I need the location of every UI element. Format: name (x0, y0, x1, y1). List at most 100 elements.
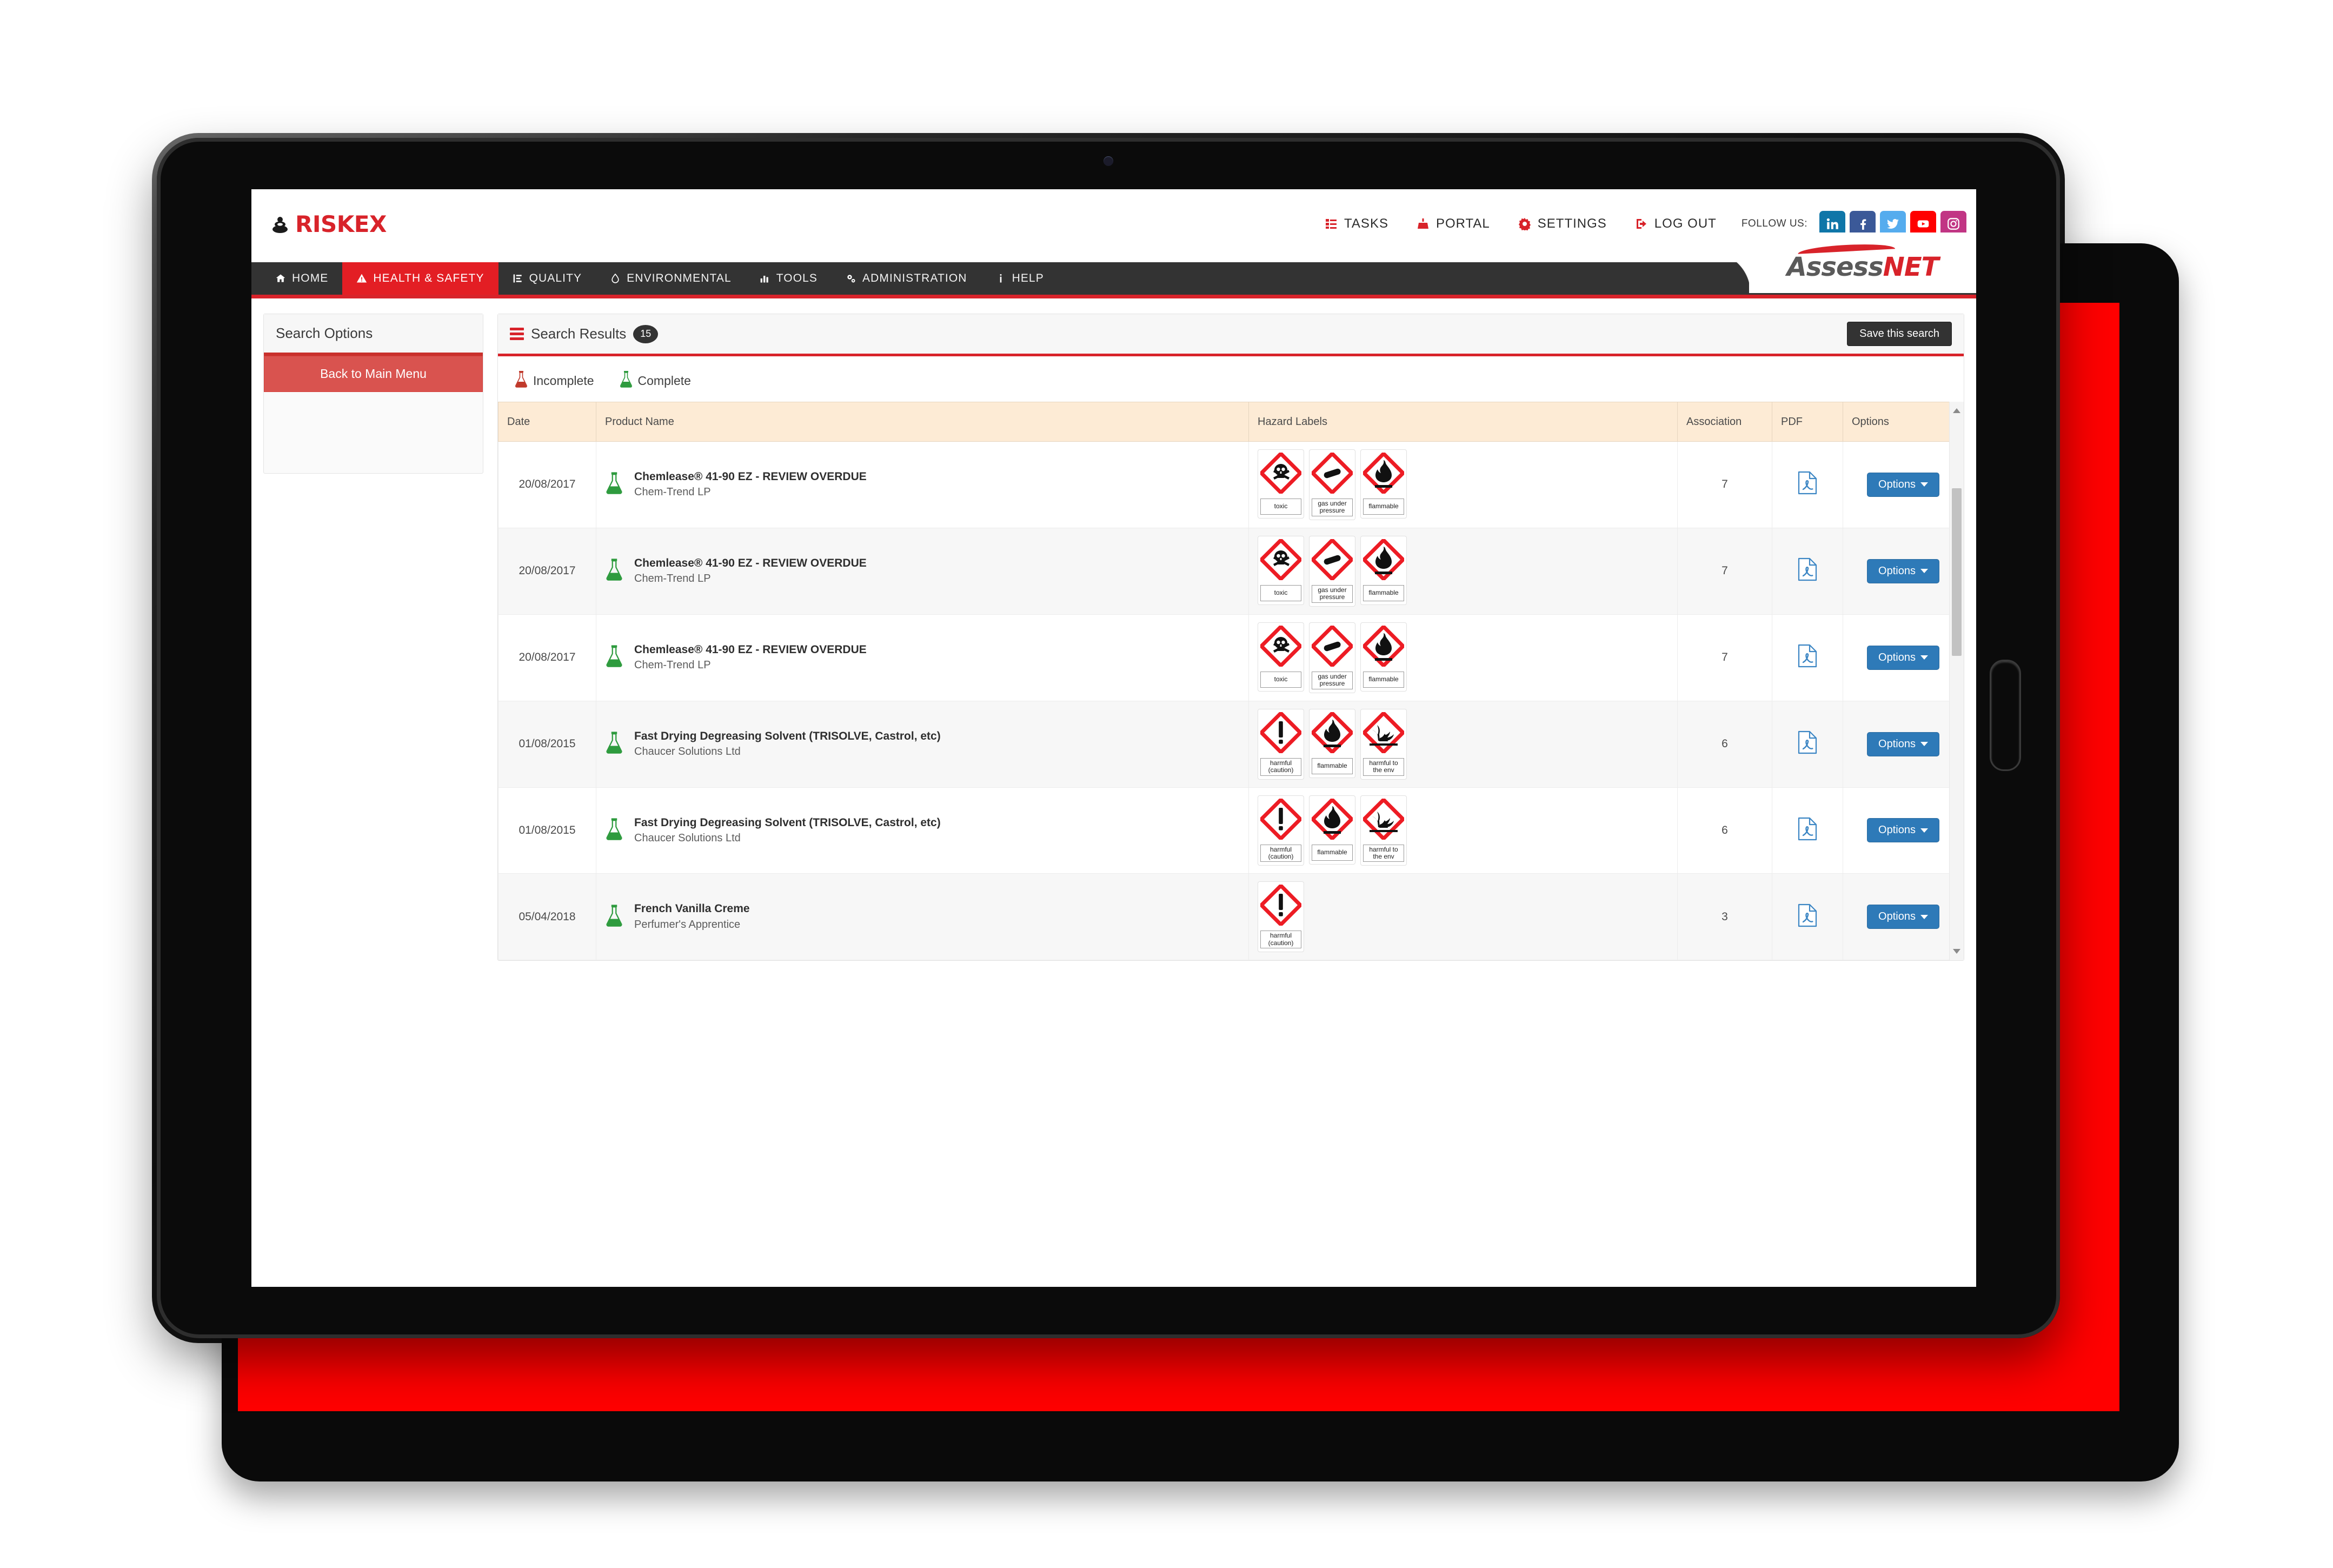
cell-association[interactable]: 6 (1677, 700, 1772, 788)
nav-item-home[interactable]: HOME (261, 262, 342, 295)
pdf-icon[interactable] (1798, 730, 1817, 757)
cell-product: Chemlease® 41-90 EZ - REVIEW OVERDUE Chem… (596, 527, 1249, 615)
back-to-main-menu-button[interactable]: Back to Main Menu (264, 356, 483, 392)
hazard-pictogram[interactable]: harmful (caution) (1258, 795, 1304, 866)
status-flask-icon (605, 904, 623, 930)
hazard-pictogram[interactable]: toxic (1258, 449, 1304, 519)
pdf-icon[interactable] (1798, 645, 1817, 670)
hazard-pictogram[interactable]: gas under pressure (1309, 535, 1355, 607)
hazard-label: harmful (caution) (1260, 931, 1301, 949)
options-button[interactable]: Options (1867, 472, 1939, 497)
table-body: 20/08/2017 Chemlease® 41-90 EZ - REVIEW O… (498, 441, 1964, 961)
hazard-pictogram[interactable]: flammable (1309, 708, 1355, 778)
column-header-association[interactable]: Association (1677, 402, 1772, 442)
nav-item-help[interactable]: HELP (981, 262, 1058, 295)
table-row[interactable]: 20/08/2017 Chemlease® 41-90 EZ - REVIEW O… (498, 441, 1964, 528)
table-row[interactable]: 05/04/2018 French Vanilla Creme Perfumer's… (498, 873, 1964, 961)
nav-item-health-safety[interactable]: HEALTH & SAFETY (342, 262, 498, 295)
pdf-icon[interactable] (1798, 817, 1817, 843)
options-button[interactable]: Options (1867, 905, 1939, 929)
table-row[interactable]: 01/08/2015 Fast Drying Degreasing Solvent… (498, 700, 1964, 788)
product-name[interactable]: Chemlease® 41-90 EZ - REVIEW OVERDUE (634, 557, 867, 569)
cell-date: 20/08/2017 (498, 614, 596, 701)
nav-item-administration[interactable]: ADMINISTRATION (832, 262, 981, 295)
hazard-pictogram[interactable]: harmful to the env (1360, 795, 1407, 866)
chevron-down-icon (1920, 655, 1928, 660)
table-row[interactable]: 20/08/2017 Chemlease® 41-90 EZ - REVIEW O… (498, 614, 1964, 701)
pdf-icon[interactable] (1798, 471, 1817, 497)
scroll-up-arrow-icon[interactable] (1953, 408, 1960, 413)
options-button[interactable]: Options (1867, 818, 1939, 843)
hazard-pictogram[interactable]: gas under pressure (1309, 449, 1355, 520)
cell-association[interactable]: 6 (1677, 787, 1772, 874)
cell-association[interactable]: 3 (1677, 873, 1772, 961)
hazard-label: flammable (1363, 584, 1404, 601)
screenshot-stage: RISKEX TASKS PORTAL SETTINGS LOG OUT FOL… (0, 0, 2333, 1568)
cell-association[interactable]: 7 (1677, 441, 1772, 528)
cell-association[interactable]: 7 (1677, 614, 1772, 701)
hazard-pictogram[interactable]: flammable (1360, 449, 1407, 519)
ghs-exclamation-icon (1259, 883, 1303, 929)
chevron-down-icon (1920, 569, 1928, 574)
riskex-mark-icon (269, 214, 291, 235)
search-options-panel: Search Options Back to Main Menu (263, 314, 483, 474)
product-name[interactable]: French Vanilla Creme (634, 902, 750, 915)
hamburger-icon[interactable] (510, 328, 524, 340)
options-button[interactable]: Options (1867, 559, 1939, 583)
scroll-down-arrow-icon[interactable] (1953, 949, 1960, 954)
pdf-icon[interactable] (1798, 558, 1817, 584)
column-header-product-name[interactable]: Product Name (596, 402, 1249, 442)
column-header-pdf[interactable]: PDF (1772, 402, 1843, 442)
hazard-pictogram[interactable]: harmful to the env (1360, 708, 1407, 780)
nav-item-tools[interactable]: TOOLS (746, 262, 832, 295)
hazard-pictogram[interactable]: flammable (1309, 795, 1355, 865)
ghs-exclamation-icon (1259, 796, 1303, 843)
hazard-label: harmful (caution) (1260, 758, 1301, 776)
product-name[interactable]: Chemlease® 41-90 EZ - REVIEW OVERDUE (634, 643, 867, 656)
hazard-pictogram[interactable]: toxic (1258, 535, 1304, 605)
column-header-date[interactable]: Date (498, 402, 596, 442)
nav-item-environmental[interactable]: ENVIRONMENTAL (596, 262, 746, 295)
hazard-pictogram[interactable]: harmful (caution) (1258, 881, 1304, 953)
column-header-hazard-labels[interactable]: Hazard Labels (1248, 402, 1678, 442)
topnav-item-portal[interactable]: PORTAL (1403, 216, 1504, 231)
options-button[interactable]: Options (1867, 645, 1939, 670)
options-button[interactable]: Options (1867, 732, 1939, 756)
cell-pdf (1772, 787, 1843, 874)
table-row[interactable]: 20/08/2017 Chemlease® 41-90 EZ - REVIEW O… (498, 527, 1964, 615)
hazard-pictogram[interactable]: gas under pressure (1309, 622, 1355, 693)
topnav-item-tasks[interactable]: TASKS (1311, 216, 1403, 231)
cell-pdf (1772, 527, 1843, 615)
product-name[interactable]: Chemlease® 41-90 EZ - REVIEW OVERDUE (634, 470, 867, 483)
hazard-label: gas under pressure (1312, 671, 1353, 689)
cell-association[interactable]: 7 (1677, 527, 1772, 615)
topnav-item-logout[interactable]: LOG OUT (1621, 216, 1731, 231)
hazard-pictogram[interactable]: flammable (1360, 622, 1407, 692)
cell-product: Fast Drying Degreasing Solvent (TRISOLVE… (596, 787, 1249, 874)
scrollbar-thumb[interactable] (1952, 488, 1962, 656)
gears-icon (846, 273, 856, 284)
save-this-search-button[interactable]: Save this search (1847, 322, 1952, 346)
hazard-pictogram[interactable]: harmful (caution) (1258, 708, 1304, 780)
cell-hazard-labels: toxic gas under pressure flammable (1248, 441, 1678, 528)
search-results-header: Search Results 15 Save this search (498, 314, 1964, 356)
table-row[interactable]: 01/08/2015 Fast Drying Degreasing Solvent… (498, 787, 1964, 874)
pdf-icon[interactable] (1798, 903, 1817, 930)
legend-label-complete: Complete (637, 373, 691, 388)
cell-pdf (1772, 700, 1843, 788)
hazard-pictogram[interactable]: toxic (1258, 622, 1304, 692)
product-name[interactable]: Fast Drying Degreasing Solvent (TRISOLVE… (634, 730, 941, 742)
product-name[interactable]: Fast Drying Degreasing Solvent (TRISOLVE… (634, 816, 941, 829)
hazard-label: toxic (1260, 499, 1301, 515)
column-header-options[interactable]: Options (1843, 402, 1964, 442)
results-scrollbar[interactable] (1949, 402, 1964, 961)
search-options-title: Search Options (264, 314, 483, 356)
hazard-label: flammable (1363, 499, 1404, 515)
riskex-wordmark: RISKEX (295, 211, 387, 237)
topnav-label-portal: PORTAL (1435, 216, 1490, 231)
riskex-logo[interactable]: RISKEX (269, 211, 387, 237)
nav-item-quality[interactable]: QUALITY (498, 262, 596, 295)
home-button[interactable] (1990, 660, 2021, 771)
hazard-pictogram[interactable]: flammable (1360, 535, 1407, 605)
topnav-item-settings[interactable]: SETTINGS (1504, 216, 1621, 231)
